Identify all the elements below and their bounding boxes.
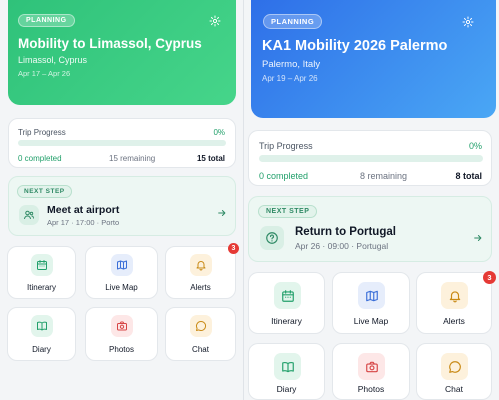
tile-alerts[interactable]: Alerts xyxy=(416,272,492,334)
gear-icon[interactable] xyxy=(209,15,221,27)
tile-label: Itinerary xyxy=(271,316,302,326)
tile-icon-box xyxy=(358,353,385,380)
tile-label: Live Map xyxy=(353,316,389,326)
alerts-count-badge: 3 xyxy=(483,271,496,284)
progress-percent: 0% xyxy=(213,128,225,137)
tile-chat[interactable]: Chat xyxy=(165,307,236,361)
trip-dates: Apr 17 – Apr 26 xyxy=(18,69,71,78)
tile-itinerary[interactable]: Itinerary xyxy=(248,272,325,334)
trip-dates: Apr 19 – Apr 26 xyxy=(262,74,318,83)
map-icon xyxy=(117,260,127,270)
trip-progress-card: Trip Progress 0% 0 completed 8 remaining… xyxy=(248,130,492,186)
tile-icon-box xyxy=(441,282,468,309)
tile-icon-box xyxy=(441,353,468,380)
tile-icon-box xyxy=(111,315,133,337)
map-icon xyxy=(365,290,378,301)
trip-progress-card: Trip Progress 0% 0 completed 15 remainin… xyxy=(8,118,236,168)
trip-location: Palermo, Italy xyxy=(262,59,321,70)
tile-icon-box xyxy=(358,282,385,309)
right-trip-screen: PLANNING KA1 Mobility 2026 Palermo Paler… xyxy=(243,0,499,400)
tile-icon-box xyxy=(190,315,212,337)
chat-icon xyxy=(448,360,461,373)
arrow-right-icon[interactable] xyxy=(473,233,483,243)
total-count: 8 total xyxy=(455,171,482,181)
camera-icon xyxy=(365,361,378,372)
tile-label: Photos xyxy=(357,384,385,394)
tile-diary[interactable]: Diary xyxy=(248,343,325,400)
tile-icon-box xyxy=(274,282,301,309)
calendar-icon xyxy=(37,260,47,270)
camera-icon xyxy=(117,321,127,331)
tile-icon-box xyxy=(31,315,53,337)
tile-live-map[interactable]: Live Map xyxy=(332,272,410,334)
bell-icon xyxy=(449,290,460,302)
trip-title: Mobility to Limassol, Cyprus xyxy=(18,36,202,51)
completed-count: 0 completed xyxy=(18,154,62,163)
next-step-icon-box xyxy=(19,205,39,225)
tile-label: Live Map xyxy=(105,283,138,292)
bell-icon xyxy=(196,261,206,271)
tile-label: Itinerary xyxy=(27,283,56,292)
trip-title: KA1 Mobility 2026 Palermo xyxy=(262,38,448,54)
alerts-count-badge: 3 xyxy=(228,243,239,254)
tile-diary[interactable]: Diary xyxy=(7,307,76,361)
next-step-icon-box xyxy=(260,226,284,250)
book-icon xyxy=(281,361,294,372)
next-step-title: Meet at airport xyxy=(47,204,120,216)
completed-count: 0 completed xyxy=(259,171,309,181)
tile-photos[interactable]: Photos xyxy=(85,307,158,361)
tile-label: Diary xyxy=(276,384,297,394)
next-step-badge: NEXT STEP xyxy=(17,185,72,198)
status-badge: PLANNING xyxy=(18,14,75,27)
book-icon xyxy=(37,321,47,331)
next-step-subtitle: Apr 17 · 17:00 · Porto xyxy=(47,218,120,227)
tile-itinerary[interactable]: Itinerary xyxy=(7,246,76,299)
tile-photos[interactable]: Photos xyxy=(332,343,410,400)
next-step-card[interactable]: NEXT STEP Return to Portugal Apr 26 · 09… xyxy=(248,196,492,262)
tile-icon-box xyxy=(274,353,301,380)
tile-icon-box xyxy=(111,254,133,276)
tile-label: Chat xyxy=(192,345,209,354)
chat-icon xyxy=(196,320,207,331)
total-count: 15 total xyxy=(196,154,225,163)
next-step-subtitle: Apr 26 · 09:00 · Portugal xyxy=(295,241,389,251)
users-icon xyxy=(24,210,34,220)
remaining-count: 15 remaining xyxy=(109,154,156,163)
arrow-right-icon[interactable] xyxy=(217,208,227,218)
gear-icon[interactable] xyxy=(462,16,474,28)
progress-label: Trip Progress xyxy=(18,128,66,137)
progress-percent: 0% xyxy=(468,141,482,151)
next-step-badge: NEXT STEP xyxy=(258,205,318,218)
trip-header-card[interactable]: PLANNING KA1 Mobility 2026 Palermo Paler… xyxy=(251,0,496,118)
tile-label: Photos xyxy=(109,345,134,354)
left-trip-screen: PLANNING Mobility to Limassol, Cyprus Li… xyxy=(0,0,243,400)
tile-label: Alerts xyxy=(190,283,211,292)
calendar-icon xyxy=(281,289,294,302)
status-badge: PLANNING xyxy=(263,14,323,29)
next-step-card[interactable]: NEXT STEP Meet at airport Apr 17 · 17:00… xyxy=(8,176,236,236)
tile-label: Diary xyxy=(32,345,51,354)
tile-label: Alerts xyxy=(443,316,465,326)
progress-label: Trip Progress xyxy=(259,141,313,151)
help-circle-icon xyxy=(266,232,278,244)
progress-bar xyxy=(259,155,483,162)
progress-bar xyxy=(18,140,226,146)
trip-location: Limassol, Cyprus xyxy=(18,55,88,65)
tile-alerts[interactable]: Alerts xyxy=(165,246,236,299)
tile-live-map[interactable]: Live Map xyxy=(85,246,158,299)
tile-icon-box xyxy=(190,254,212,276)
remaining-count: 8 remaining xyxy=(360,171,408,181)
tile-chat[interactable]: Chat xyxy=(416,343,492,400)
tile-icon-box xyxy=(31,254,53,276)
tile-label: Chat xyxy=(445,384,463,394)
trip-header-card[interactable]: PLANNING Mobility to Limassol, Cyprus Li… xyxy=(8,0,236,105)
next-step-title: Return to Portugal xyxy=(295,226,396,238)
